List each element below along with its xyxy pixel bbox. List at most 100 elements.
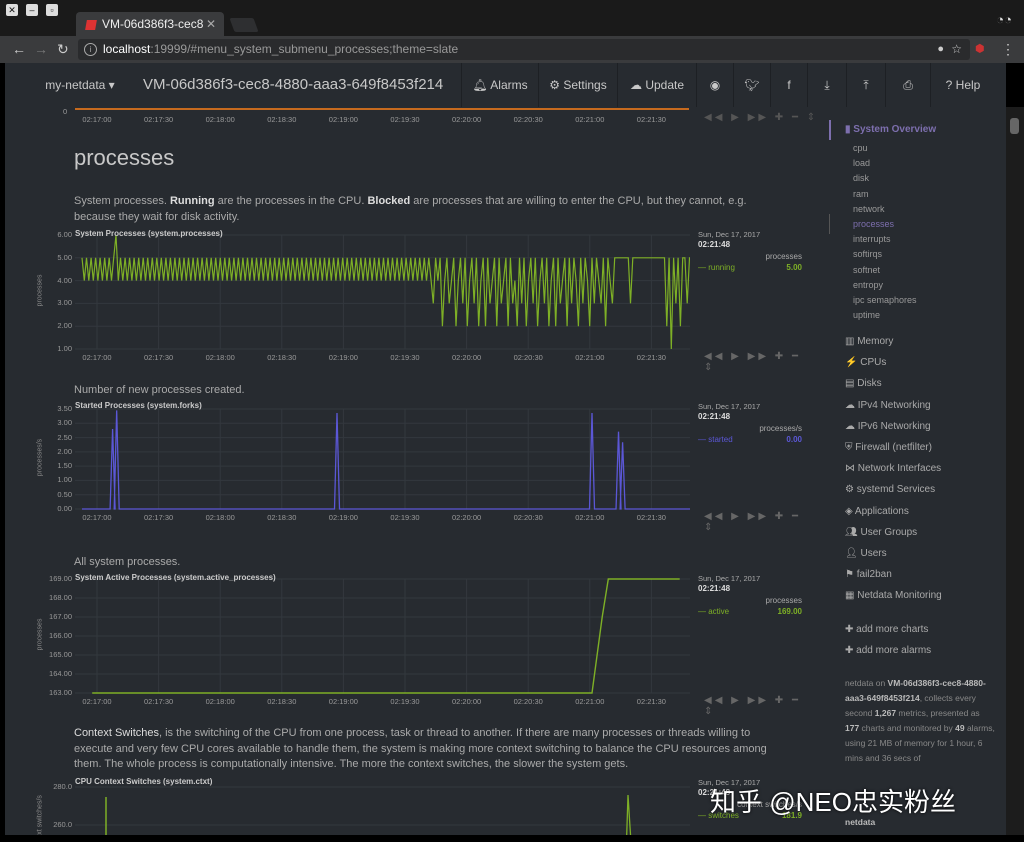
submenu-item-softnet[interactable]: softnet bbox=[853, 265, 880, 275]
section-title: processes bbox=[74, 145, 175, 170]
netdata-info-text: netdata on VM-06d386f3-cec8-4880-aaa3-64… bbox=[845, 678, 995, 763]
download-button[interactable]: ⤓ bbox=[807, 63, 846, 107]
legend-dimension[interactable]: — started bbox=[698, 435, 733, 444]
submenu-item-softirqs[interactable]: softirqs bbox=[853, 249, 882, 259]
chart-ytick-label: 165.00 bbox=[49, 650, 72, 659]
help-label: Help bbox=[955, 78, 981, 92]
brand-dropdown[interactable]: my-netdata ▾ bbox=[39, 63, 121, 107]
upload-icon: ⤒ bbox=[863, 78, 869, 92]
site-info-icon[interactable]: i bbox=[84, 43, 97, 57]
chart-title: CPU Context Switches (system.ctxt) bbox=[75, 777, 213, 786]
page-scrollbar[interactable] bbox=[1006, 107, 1024, 835]
submenu-item-ipc-semaphores[interactable]: ipc semaphores bbox=[853, 295, 917, 305]
menu-item-firewall-netfilter-[interactable]: ⛨ Firewall (netfilter) bbox=[845, 442, 932, 453]
chart-ylabel: processes/s bbox=[36, 438, 44, 477]
legend-dimension[interactable]: — running bbox=[698, 263, 735, 272]
bell-icon: 🔔︎ bbox=[472, 78, 488, 92]
prev-xtick-label: 02:21:30 bbox=[636, 115, 666, 124]
forward-arrow-icon[interactable]: → bbox=[34, 36, 48, 63]
new-tab-button[interactable] bbox=[229, 18, 259, 32]
back-arrow-icon[interactable]: ← bbox=[12, 36, 26, 63]
menu-system-overview[interactable]: ▮ System Overview bbox=[845, 124, 936, 135]
chart-controls[interactable]: ◀◀ ▶ ▶▶ ✚ ━ ⇕ bbox=[704, 511, 805, 533]
submenu-item-entropy[interactable]: entropy bbox=[853, 280, 883, 290]
chart-ytick-label: 2.00 bbox=[57, 321, 72, 331]
help-button[interactable]: ? Help bbox=[930, 63, 995, 107]
submenu-item-load[interactable]: load bbox=[853, 158, 870, 168]
chart-context-switches[interactable]: CPU Context Switches (system.ctxt) contex… bbox=[30, 777, 805, 835]
page-scrollbar-thumb[interactable] bbox=[1010, 118, 1019, 134]
github-button[interactable]: ◉ bbox=[696, 63, 733, 107]
bookmark-star-icon[interactable]: ☆ bbox=[951, 39, 962, 60]
chart-system-forks[interactable]: Started Processes (system.forks) processe… bbox=[30, 401, 805, 543]
chart-xtick-label: 02:20:00 bbox=[451, 353, 482, 362]
print-button[interactable]: ⎙ bbox=[885, 63, 930, 107]
legend-value: 5.00 bbox=[786, 263, 802, 272]
active-processes-description: All system processes. bbox=[74, 556, 181, 568]
address-bar[interactable]: i localhost:19999/#menu_system_submenu_pr… bbox=[78, 39, 970, 60]
prev-chart-controls[interactable]: ◀◀ ▶ ▶▶ ✚ ━ ⇕ bbox=[704, 112, 818, 123]
chart-xtick-label: 02:19:30 bbox=[390, 513, 420, 522]
tab-close-icon[interactable]: ✕ bbox=[206, 12, 216, 36]
submenu-item-cpu[interactable]: cpu bbox=[853, 143, 868, 153]
menu-item-users[interactable]: 👤︎ Users bbox=[845, 548, 887, 559]
menu-item-user-groups[interactable]: 👥︎ User Groups bbox=[845, 527, 917, 538]
submenu-item-disk[interactable]: disk bbox=[853, 173, 869, 183]
chart-ytick-label: 169.00 bbox=[49, 574, 72, 583]
window-minimize-button[interactable]: – bbox=[26, 4, 38, 16]
hostname-title: VM-06d386f3-cec8-4880-aaa3-649f8453f214 bbox=[143, 76, 444, 93]
submenu-item-network[interactable]: network bbox=[853, 204, 885, 214]
browser-tab-active[interactable]: VM-06d386f3-cec8 ✕ bbox=[76, 12, 224, 36]
chart-ytick-label: 166.00 bbox=[49, 631, 72, 640]
prev-xtick-label: 02:19:30 bbox=[390, 115, 420, 124]
menu-item-disks[interactable]: ▤ Disks bbox=[845, 378, 882, 389]
chart-system-processes[interactable]: System Processes (system.processes) proce… bbox=[30, 229, 805, 373]
ublock-icon[interactable]: ⬢ bbox=[975, 36, 985, 63]
chart-controls[interactable]: ◀◀ ▶ ▶▶ ✚ ━ ⇕ bbox=[704, 695, 805, 717]
chart-xtick-label: 02:21:00 bbox=[575, 697, 605, 706]
add-more-alarms-link[interactable]: ✚ add more alarms bbox=[845, 645, 931, 656]
chart-xtick-label: 02:17:00 bbox=[82, 513, 112, 522]
window-close-button[interactable]: ✕ bbox=[6, 4, 18, 16]
add-more-charts-link[interactable]: ✚ add more charts bbox=[845, 624, 928, 635]
settings-button[interactable]: ⚙ Settings bbox=[538, 63, 617, 107]
submenu-item-processes[interactable]: processes bbox=[853, 219, 894, 229]
submenu-item-interrupts[interactable]: interrupts bbox=[853, 234, 891, 244]
reload-icon[interactable]: ↻ bbox=[57, 36, 69, 63]
legend-time: 02:21:48 bbox=[698, 584, 731, 593]
twitter-button[interactable]: 🐦︎ bbox=[733, 63, 770, 107]
upload-button[interactable]: ⤒ bbox=[846, 63, 885, 107]
prev-xtick-label: 02:18:30 bbox=[267, 115, 297, 124]
menu-item-ipv4-networking[interactable]: ☁ IPv4 Networking bbox=[845, 400, 931, 411]
extension-icon[interactable]: ● bbox=[937, 39, 944, 60]
bottom-border bbox=[0, 835, 1024, 842]
menu-item-applications[interactable]: ◈ Applications bbox=[845, 506, 909, 517]
chart-ylabel: processes bbox=[36, 274, 44, 307]
menu-item-cpus[interactable]: ⚡ CPUs bbox=[845, 357, 886, 368]
legend-dimension[interactable]: — active bbox=[698, 607, 729, 616]
facebook-button[interactable]: f bbox=[770, 63, 807, 107]
chart-xtick-label: 02:21:00 bbox=[575, 513, 605, 522]
menu-item-network-interfaces[interactable]: ⋈ Network Interfaces bbox=[845, 463, 941, 474]
prev-xtick-label: 02:20:30 bbox=[513, 115, 543, 124]
chart-xtick-label: 02:20:00 bbox=[451, 513, 482, 522]
menu-item-netdata-monitoring[interactable]: ▦ Netdata Monitoring bbox=[845, 590, 942, 601]
menu-item-fail2ban[interactable]: ⚑ fail2ban bbox=[845, 569, 892, 580]
chart-xtick-label: 02:21:00 bbox=[575, 353, 605, 362]
menu-item-systemd-services[interactable]: ⚙ systemd Services bbox=[845, 484, 935, 495]
chart-xtick-label: 02:18:00 bbox=[205, 697, 235, 706]
submenu-item-uptime[interactable]: uptime bbox=[853, 310, 880, 320]
help-icon: ? bbox=[945, 78, 953, 92]
submenu-item-ram[interactable]: ram bbox=[853, 189, 869, 199]
alarms-button[interactable]: 🔔︎ Alarms bbox=[461, 63, 538, 107]
chart-controls[interactable]: ◀◀ ▶ ▶▶ ✚ ━ ⇕ bbox=[704, 351, 805, 373]
chart-active-processes[interactable]: System Active Processes (system.active_p… bbox=[30, 573, 805, 717]
running-series-line bbox=[81, 234, 690, 350]
update-button[interactable]: ☁ Update bbox=[617, 63, 696, 107]
menu-item-memory[interactable]: ▥ Memory bbox=[845, 336, 893, 347]
legend-time: 02:21:48 bbox=[698, 412, 731, 421]
menu-item-ipv6-networking[interactable]: ☁ IPv6 Networking bbox=[845, 421, 931, 432]
browser-menu-icon[interactable]: ⋮ bbox=[1001, 36, 1015, 63]
chart-ytick-label: 0.50 bbox=[57, 489, 72, 499]
window-maximize-button[interactable]: ▫ bbox=[46, 4, 58, 16]
